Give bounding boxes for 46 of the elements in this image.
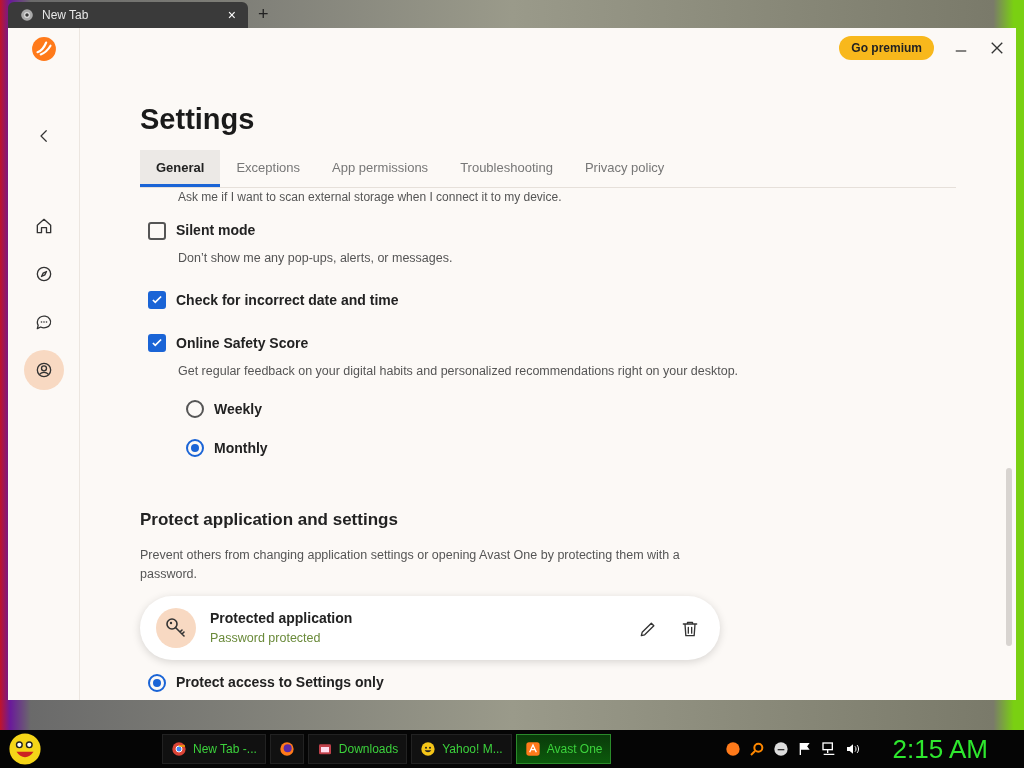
option-description: Get regular feedback on your digital habits and personalized recommendations right on your desktop.	[178, 362, 740, 380]
browser-globe-icon	[171, 741, 187, 757]
card-status: Password protected	[210, 630, 322, 648]
settings-tab[interactable]: Troubleshooting	[444, 149, 569, 187]
smiley-icon	[420, 741, 437, 757]
taskbar-button[interactable]	[269, 734, 304, 764]
smiley-face-icon[interactable]	[8, 732, 42, 766]
taskbar-clock: 2:15 AM	[892, 732, 989, 766]
radio-label: Protect access to Settings only	[176, 673, 384, 692]
go-premium-button[interactable]: Go premium	[839, 36, 934, 60]
tab-title: New Tab	[42, 7, 89, 24]
browser-globe-icon	[20, 8, 34, 22]
sidebar-item[interactable]	[23, 350, 64, 390]
taskbar-button[interactable]: Yahoo! M...	[411, 734, 512, 764]
checkbox[interactable]	[148, 291, 166, 310]
taskbar-button[interactable]: New Tab -...	[162, 734, 266, 764]
option-label: Online Safety Score	[176, 333, 309, 353]
scrollbar[interactable]	[1006, 468, 1012, 646]
checkbox[interactable]	[148, 334, 166, 353]
settings-tab[interactable]: Exceptions	[220, 149, 316, 187]
settings-tab[interactable]: General	[140, 149, 221, 187]
radio-button[interactable]	[148, 673, 166, 692]
magnifier-icon[interactable]	[749, 741, 766, 757]
section-description: Prevent others from changing application settings or opening Avast One by protecting them with a password.	[140, 547, 681, 583]
close-tab-button[interactable]: ×	[223, 4, 240, 26]
checkbox[interactable]	[148, 221, 166, 240]
radio-label: Monthly	[214, 438, 268, 458]
option-description: Ask me if I want to scan external storage when I connect it to my device.	[178, 190, 563, 204]
taskbar-button[interactable]: Downloads	[307, 734, 408, 764]
smiley-tray-icon[interactable]	[773, 741, 790, 757]
option-description: Don’t show me any pop-ups, alerts, or messages.	[178, 250, 454, 267]
option-label: Silent mode	[176, 221, 256, 240]
radio-button[interactable]	[186, 400, 204, 418]
settings-tab[interactable]: App permissions	[316, 149, 445, 187]
radio-button[interactable]	[186, 439, 204, 457]
radio-label: Weekly	[214, 399, 262, 419]
card-title: Protected application	[210, 609, 354, 629]
taskbar-button[interactable]: Avast One	[515, 734, 612, 764]
page-title: Settings	[140, 102, 256, 137]
key-icon	[156, 608, 196, 648]
folder-icon	[316, 741, 333, 757]
option-label: Check for incorrect date and time	[176, 290, 399, 310]
browser-tab[interactable]: New Tab ×	[8, 2, 248, 28]
section-title: Protect application and settings	[140, 508, 399, 531]
settings-tab[interactable]: Privacy policy	[568, 149, 681, 187]
new-tab-button[interactable]: +	[248, 1, 279, 28]
